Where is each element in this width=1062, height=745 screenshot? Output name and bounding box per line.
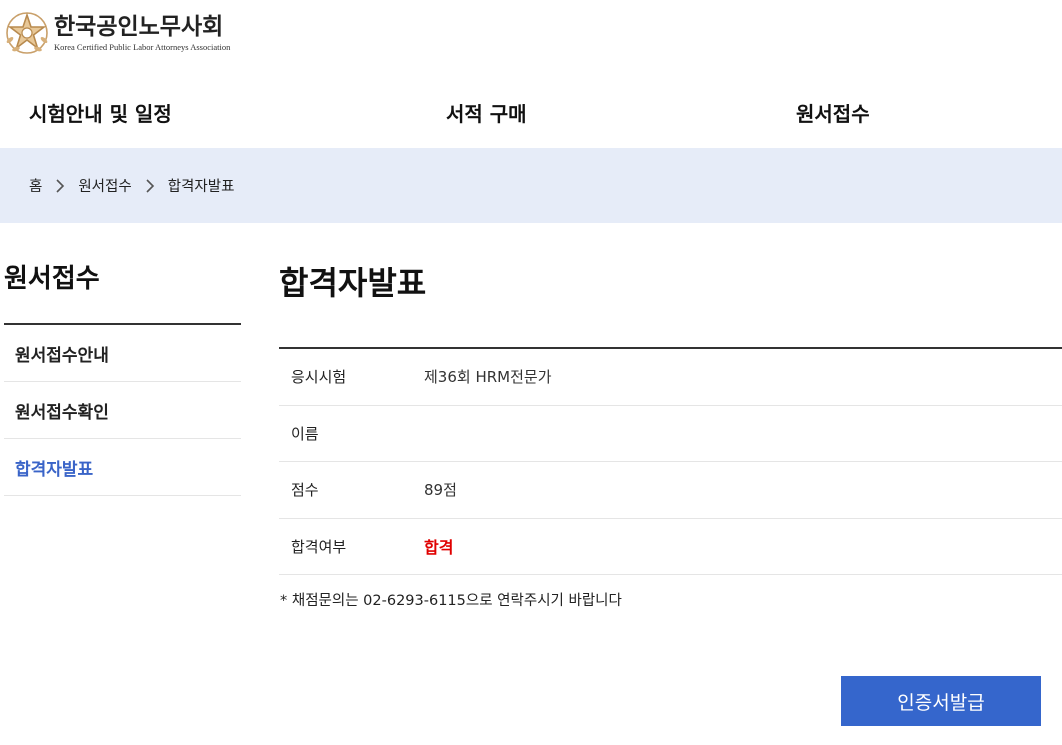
nav-exam-info[interactable]: 시험안내 및 일정	[29, 98, 172, 127]
inquiry-note: * 채점문의는 02-6293-6115으로 연락주시기 바랍니다	[280, 593, 622, 609]
table-row: 이름	[279, 406, 1062, 462]
row-label-score: 점수	[291, 481, 319, 500]
sidebar-item-application-guide[interactable]: 원서접수안내	[4, 325, 241, 382]
row-value-score: 89점	[424, 481, 457, 500]
result-table: 응시시험 제36회 HRM전문가 이름 점수 89점 합격여부 합격	[279, 347, 1062, 575]
logo-korean-text: 한국공인노무사회	[54, 14, 224, 40]
sidebar-title: 원서접수	[4, 264, 100, 294]
row-value-exam: 제36회 HRM전문가	[424, 368, 552, 387]
sidebar-item-application-check[interactable]: 원서접수확인	[4, 382, 241, 439]
sidebar-item-results[interactable]: 합격자발표	[4, 439, 241, 496]
breadcrumb-results[interactable]: 합격자발표	[168, 175, 235, 196]
sidebar-menu: 원서접수안내 원서접수확인 합격자발표	[4, 323, 241, 496]
row-label-name: 이름	[291, 424, 319, 443]
row-label-pass: 합격여부	[291, 537, 347, 556]
breadcrumb: 홈 원서접수 합격자발표	[0, 148, 1062, 223]
pass-status: 합격	[424, 538, 454, 558]
breadcrumb-application[interactable]: 원서접수	[78, 175, 131, 196]
chevron-right-icon	[138, 178, 162, 194]
nav-book-purchase[interactable]: 서적 구매	[446, 98, 527, 127]
site-logo[interactable]: 한국공인노무사회 Korea Certified Public Labor At…	[4, 8, 230, 58]
chevron-right-icon	[48, 178, 72, 194]
table-row: 점수 89점	[279, 462, 1062, 519]
row-label-exam: 응시시험	[291, 368, 347, 387]
main-navigation: 시험안내 및 일정 서적 구매 원서접수	[0, 84, 1062, 140]
emblem-icon	[6, 12, 48, 54]
issue-certificate-button[interactable]: 인증서발급	[841, 676, 1041, 726]
table-row: 응시시험 제36회 HRM전문가	[279, 349, 1062, 406]
page-title: 합격자발표	[279, 264, 427, 302]
table-row: 합격여부 합격	[279, 519, 1062, 575]
logo-english-text: Korea Certified Public Labor Attorneys A…	[54, 42, 231, 52]
breadcrumb-home[interactable]: 홈	[29, 175, 42, 196]
nav-application[interactable]: 원서접수	[796, 98, 870, 127]
